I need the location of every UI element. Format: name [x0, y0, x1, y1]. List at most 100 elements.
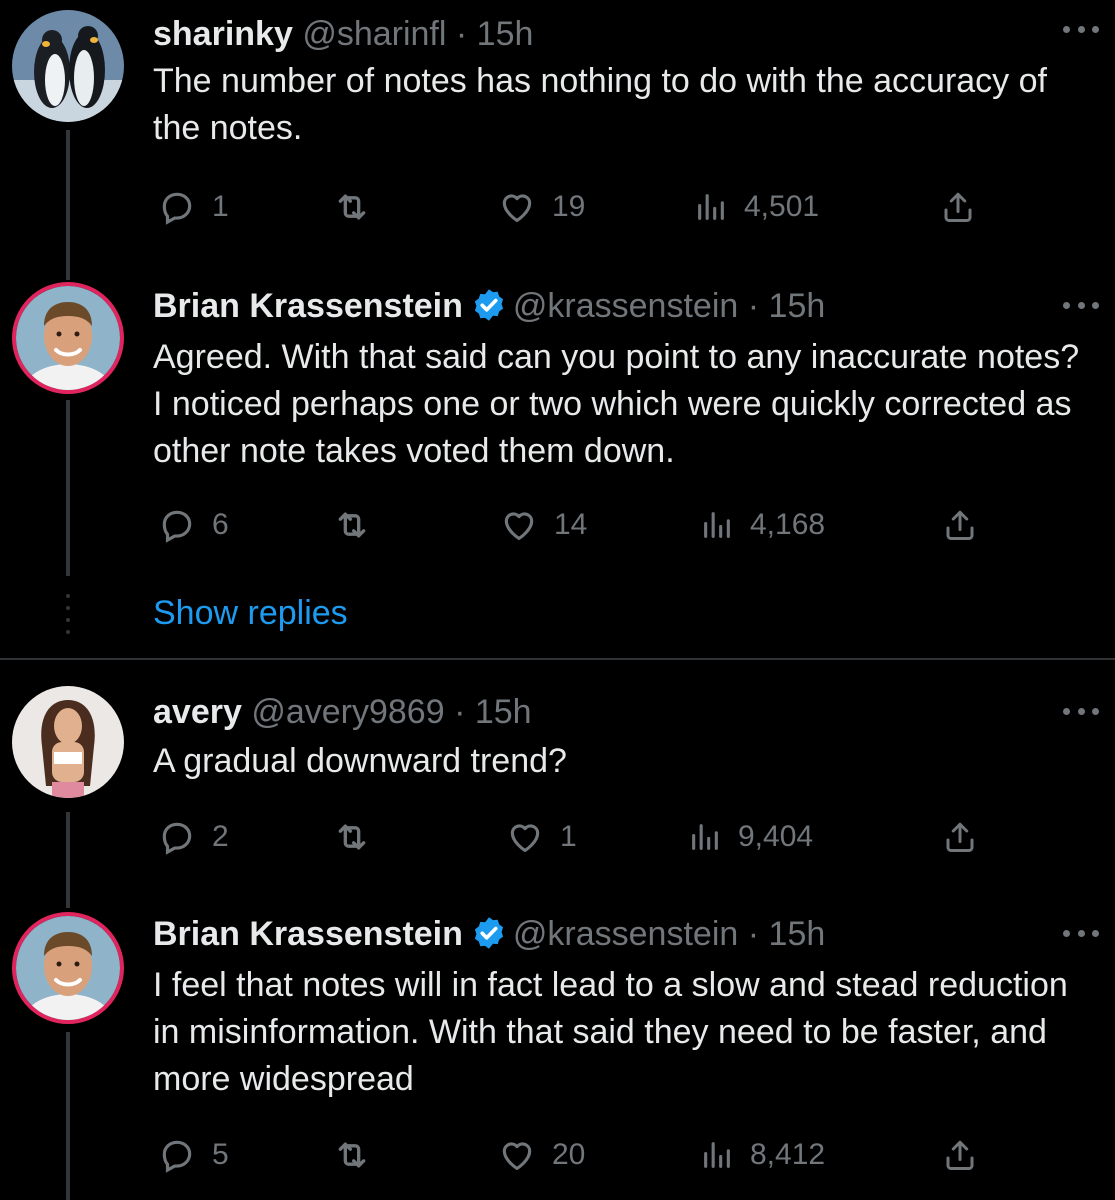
- reply-button[interactable]: 1: [158, 182, 229, 232]
- separator-dot: ·: [454, 693, 466, 731]
- timestamp[interactable]: 15h: [769, 915, 826, 953]
- user-handle[interactable]: @krassenstein: [513, 915, 738, 953]
- share-button[interactable]: [942, 1130, 978, 1180]
- views-button[interactable]: 4,501: [694, 182, 819, 232]
- like-button[interactable]: 19: [498, 182, 585, 232]
- views-button[interactable]: 9,404: [688, 812, 813, 862]
- share-icon: [946, 822, 974, 852]
- tweet-header: sharinky @sharinfl · 15h: [153, 12, 533, 56]
- retweet-button[interactable]: [332, 1130, 372, 1180]
- separator-dot: ·: [747, 915, 760, 953]
- tweet-header: Brian Krassenstein @krassenstein · 15h: [153, 284, 825, 334]
- like-count: 1: [560, 820, 577, 853]
- reply-count: 2: [212, 820, 229, 853]
- display-name[interactable]: sharinky: [153, 15, 293, 53]
- more-options-button[interactable]: [1063, 14, 1099, 44]
- views-button[interactable]: 4,168: [700, 500, 825, 550]
- timestamp[interactable]: 15h: [477, 15, 534, 53]
- share-button[interactable]: [942, 812, 978, 862]
- action-bar: 5 20 8,412: [0, 1130, 1115, 1180]
- action-bar: 1 19 4,501: [0, 182, 1115, 232]
- heart-icon: [510, 824, 540, 853]
- avatar[interactable]: [12, 686, 124, 798]
- reply-icon: [162, 192, 192, 225]
- tweet-header: avery @avery9869 · 15h: [153, 690, 532, 734]
- retweet-button[interactable]: [332, 812, 372, 862]
- view-count: 4,168: [750, 508, 826, 541]
- more-options-button[interactable]: [1063, 696, 1099, 726]
- tweet-3[interactable]: avery @avery9869 · 15h A gradual downwar…: [0, 676, 1115, 900]
- retweet-icon: [338, 824, 366, 850]
- user-handle[interactable]: @sharinfl: [302, 15, 446, 53]
- reply-count: 1: [212, 190, 229, 223]
- retweet-button[interactable]: [332, 182, 372, 232]
- views-icon: [692, 824, 718, 850]
- views-icon: [704, 1142, 730, 1168]
- more-options-button[interactable]: [1063, 290, 1099, 320]
- separator-dot: ·: [747, 287, 760, 325]
- separator-dot: ·: [455, 15, 468, 53]
- tweet-1[interactable]: sharinky @sharinfl · 15h The number of n…: [0, 0, 1115, 272]
- more-options-button[interactable]: [1063, 918, 1099, 948]
- show-replies-link[interactable]: Show replies: [153, 594, 348, 633]
- view-count: 4,501: [744, 190, 820, 223]
- display-name[interactable]: Brian Krassenstein: [153, 287, 463, 325]
- display-name[interactable]: avery: [153, 693, 242, 731]
- like-count: 19: [552, 190, 586, 223]
- view-count: 9,404: [738, 820, 814, 853]
- woman-avatar: [12, 686, 124, 798]
- avatar[interactable]: [12, 10, 124, 122]
- thread-line: [66, 272, 70, 280]
- like-button[interactable]: 1: [506, 812, 577, 862]
- penguins-avatar: [12, 10, 124, 122]
- share-button[interactable]: [942, 500, 978, 550]
- tweet-text: I feel that notes will in fact lead to a…: [153, 966, 1068, 1098]
- verified-badge-icon: [471, 915, 507, 962]
- views-icon: [704, 512, 730, 538]
- like-button[interactable]: 14: [500, 500, 587, 550]
- view-count: 8,412: [750, 1138, 826, 1171]
- heart-icon: [502, 1142, 532, 1171]
- reply-count: 6: [212, 508, 229, 541]
- action-bar: 6 14 4,168: [0, 500, 1115, 550]
- retweet-icon: [338, 1142, 366, 1168]
- thread-continuation-dots: [64, 594, 72, 638]
- like-count: 14: [554, 508, 588, 541]
- views-icon: [698, 194, 724, 220]
- verified-badge-icon: [471, 287, 507, 334]
- man-avatar: [16, 916, 120, 1020]
- share-icon: [946, 1140, 974, 1170]
- tweet-header: Brian Krassenstein @krassenstein · 15h: [153, 912, 825, 962]
- reply-button[interactable]: 6: [158, 500, 229, 550]
- like-count: 20: [552, 1138, 586, 1171]
- reply-button[interactable]: 2: [158, 812, 229, 862]
- heart-icon: [502, 194, 532, 223]
- thread-line: [66, 900, 70, 908]
- share-icon: [946, 510, 974, 540]
- display-name[interactable]: Brian Krassenstein: [153, 915, 463, 953]
- like-button[interactable]: 20: [498, 1130, 585, 1180]
- reply-icon: [162, 510, 192, 543]
- retweet-icon: [338, 512, 366, 538]
- user-handle[interactable]: @krassenstein: [513, 287, 738, 325]
- share-icon: [944, 192, 972, 222]
- heart-icon: [504, 512, 534, 541]
- share-button[interactable]: [940, 182, 976, 232]
- divider: [0, 658, 1115, 660]
- reply-count: 5: [212, 1138, 229, 1171]
- action-bar: 2 1 9,404: [0, 812, 1115, 862]
- user-handle[interactable]: @avery9869: [251, 693, 444, 731]
- retweet-icon: [338, 194, 366, 220]
- timestamp[interactable]: 15h: [769, 287, 826, 325]
- views-button[interactable]: 8,412: [700, 1130, 825, 1180]
- reply-button[interactable]: 5: [158, 1130, 229, 1180]
- avatar[interactable]: [12, 912, 124, 1024]
- tweet-text: A gradual downward trend?: [153, 742, 567, 780]
- man-avatar: [16, 286, 120, 390]
- retweet-button[interactable]: [332, 500, 372, 550]
- timestamp[interactable]: 15h: [475, 693, 532, 731]
- tweet-4[interactable]: Brian Krassenstein @krassenstein · 15h I …: [0, 900, 1115, 1200]
- reply-icon: [162, 822, 192, 855]
- tweet-text: The number of notes has nothing to do wi…: [153, 62, 1047, 147]
- avatar[interactable]: [12, 282, 124, 394]
